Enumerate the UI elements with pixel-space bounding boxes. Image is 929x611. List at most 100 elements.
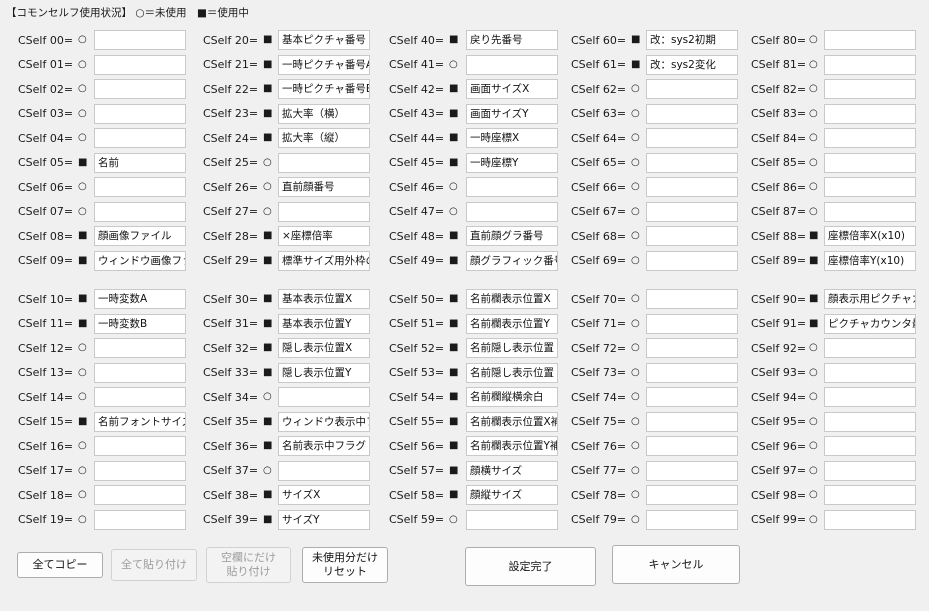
cself-name-field[interactable] [646,152,738,173]
cself-name-field[interactable]: 顔縦サイズ [466,485,558,505]
cself-name-field[interactable] [646,411,738,432]
cself-name-field[interactable]: 隠し表示位置X [278,338,370,358]
cself-name-field[interactable] [646,362,738,383]
cself-name-field[interactable] [94,485,186,505]
cself-name-field[interactable] [824,128,916,148]
cself-name-field[interactable]: 顔横サイズ [466,460,558,481]
reset-unused-button[interactable]: 未使用分だけ リセット [302,547,388,583]
cself-name-field[interactable]: 座標倍率Y(x10) [824,250,916,271]
cself-name-field[interactable]: 一時座標X [466,128,558,148]
cself-name-field[interactable] [824,177,916,197]
cself-name-field[interactable]: 改：sys2変化 [646,54,738,75]
cself-name-field[interactable] [646,103,738,124]
cself-name-field[interactable]: ウィンドウ画像ファイル [94,250,186,271]
cself-name-field[interactable] [466,177,558,197]
paste-all-button[interactable]: 全て貼り付け [111,549,197,581]
cself-name-field[interactable] [466,201,558,222]
cself-name-field[interactable] [466,54,558,75]
cself-name-field[interactable]: 一時変数A [94,289,186,309]
cself-name-field[interactable] [646,313,738,334]
cself-name-field[interactable] [824,338,916,358]
cself-name-field[interactable] [824,103,916,124]
cself-name-field[interactable] [646,128,738,148]
cself-name-field[interactable] [646,436,738,456]
cself-name-field[interactable] [824,485,916,505]
cself-name-field[interactable]: ウィンドウ表示中フラグ [278,411,370,432]
cself-name-field[interactable]: 名前隠し表示位置 [466,362,558,383]
cself-name-field[interactable]: 一時ピクチャ番号B [278,79,370,99]
cself-name-field[interactable]: 名前フォントサイズ [94,411,186,432]
cself-name-field[interactable] [94,177,186,197]
cself-name-field[interactable] [94,509,186,530]
cself-name-field[interactable] [94,460,186,481]
cself-name-field[interactable]: 画面サイズY [466,103,558,124]
cself-name-field[interactable] [94,201,186,222]
cself-name-field[interactable]: サイズY [278,509,370,530]
cself-name-field[interactable]: 標準サイズ用外枠の [278,250,370,271]
cself-name-field[interactable] [94,54,186,75]
cself-name-field[interactable] [646,177,738,197]
cself-name-field[interactable]: 隠し表示位置Y [278,362,370,383]
cself-name-field[interactable] [94,30,186,50]
cself-name-field[interactable]: 直前顔番号 [278,177,370,197]
cself-name-field[interactable]: 名前表示中フラグ [278,436,370,456]
cself-name-field[interactable]: 名前隠し表示位置 [466,338,558,358]
cself-name-field[interactable] [646,509,738,530]
cself-name-field[interactable] [824,79,916,99]
cself-name-field[interactable] [646,289,738,309]
cself-name-field[interactable]: 戻り先番号 [466,30,558,50]
cself-name-field[interactable]: ×座標倍率 [278,226,370,246]
cself-name-field[interactable] [824,362,916,383]
cself-name-field[interactable] [824,411,916,432]
cself-name-field[interactable]: 座標倍率X(x10) [824,226,916,246]
cself-name-field[interactable]: サイズX [278,485,370,505]
cself-name-field[interactable] [646,338,738,358]
cself-name-field[interactable]: 顔グラフィック番号 [466,250,558,271]
cself-name-field[interactable] [94,128,186,148]
cself-name-field[interactable] [94,79,186,99]
cself-name-field[interactable]: 顔表示用ピクチャカウンタ [824,289,916,309]
cself-name-field[interactable]: ピクチャカウンタ最大 [824,313,916,334]
cself-name-field[interactable] [824,152,916,173]
cself-name-field[interactable] [824,30,916,50]
cself-name-field[interactable] [94,362,186,383]
cself-name-field[interactable] [646,79,738,99]
cself-name-field[interactable]: 一時座標Y [466,152,558,173]
cself-name-field[interactable] [94,338,186,358]
paste-empty-only-button[interactable]: 空欄にだけ 貼り付け [206,547,291,583]
copy-all-button[interactable]: 全てコピー [17,552,103,578]
cself-name-field[interactable] [94,103,186,124]
cself-name-field[interactable] [824,460,916,481]
cself-name-field[interactable]: 改：sys2初期 [646,30,738,50]
cself-name-field[interactable]: 名前欄表示位置Y補正 [466,436,558,456]
cself-name-field[interactable]: 拡大率（横） [278,103,370,124]
cself-name-field[interactable]: 基本表示位置Y [278,313,370,334]
cancel-button[interactable]: キャンセル [612,545,740,584]
cself-name-field[interactable]: 基本表示位置X [278,289,370,309]
cself-name-field[interactable] [824,201,916,222]
cself-name-field[interactable]: 顔画像ファイル [94,226,186,246]
cself-name-field[interactable] [824,387,916,407]
cself-name-field[interactable]: 一時ピクチャ番号A [278,54,370,75]
cself-name-field[interactable] [646,387,738,407]
done-button[interactable]: 設定完了 [465,547,596,586]
cself-name-field[interactable]: 名前欄縦横余白 [466,387,558,407]
cself-name-field[interactable] [824,509,916,530]
cself-name-field[interactable] [278,387,370,407]
cself-name-field[interactable]: 直前顔グラ番号 [466,226,558,246]
cself-name-field[interactable] [646,201,738,222]
cself-name-field[interactable] [466,509,558,530]
cself-name-field[interactable] [646,485,738,505]
cself-name-field[interactable]: 拡大率（縦） [278,128,370,148]
cself-name-field[interactable]: 画面サイズX [466,79,558,99]
cself-name-field[interactable] [94,436,186,456]
cself-name-field[interactable] [278,460,370,481]
cself-name-field[interactable] [278,152,370,173]
cself-name-field[interactable]: 基本ピクチャ番号 [278,30,370,50]
cself-name-field[interactable]: 名前欄表示位置Y [466,313,558,334]
cself-name-field[interactable] [278,201,370,222]
cself-name-field[interactable] [824,54,916,75]
cself-name-field[interactable]: 名前欄表示位置X補正 [466,411,558,432]
cself-name-field[interactable]: 名前 [94,152,186,173]
cself-name-field[interactable] [94,387,186,407]
